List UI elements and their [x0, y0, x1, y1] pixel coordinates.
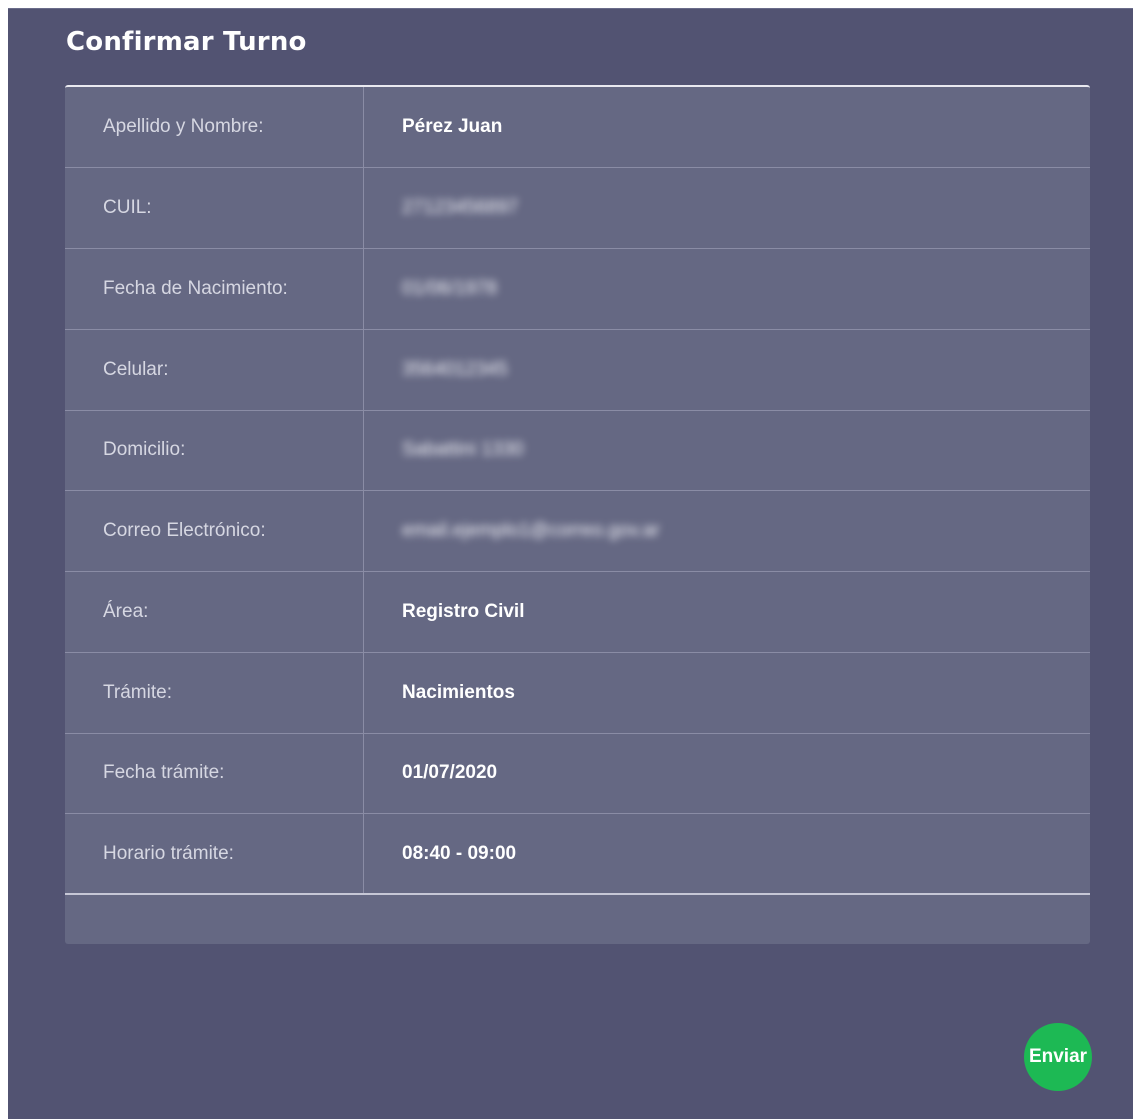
- field-value: Nacimientos: [402, 682, 515, 703]
- field-label: Trámite:: [103, 682, 172, 703]
- summary-table: Apellido y Nombre: Pérez Juan CUIL: 2712…: [65, 85, 1090, 944]
- row-cuil: CUIL: 27123456897: [65, 168, 1090, 249]
- field-value: Registro Civil: [402, 601, 525, 622]
- field-value-blurred: 27123456897: [402, 197, 519, 218]
- page-title: Confirmar Turno: [66, 27, 307, 57]
- field-value-blurred: 3564012345: [402, 359, 508, 380]
- row-fecha-nacimiento: Fecha de Nacimiento: 01/06/1978: [65, 249, 1090, 330]
- field-label: Apellido y Nombre:: [103, 116, 264, 137]
- row-area: Área: Registro Civil: [65, 572, 1090, 653]
- field-value-blurred: Sabattini 1330: [402, 439, 524, 460]
- field-label: Celular:: [103, 359, 169, 380]
- field-value: Pérez Juan: [402, 116, 503, 137]
- field-label: CUIL:: [103, 197, 152, 218]
- row-apellido-nombre: Apellido y Nombre: Pérez Juan: [65, 87, 1090, 168]
- field-value-blurred: 01/06/1978: [402, 278, 498, 299]
- field-label: Horario trámite:: [103, 843, 234, 864]
- field-label: Área:: [103, 601, 149, 622]
- row-celular: Celular: 3564012345: [65, 330, 1090, 411]
- row-horario-tramite: Horario trámite: 08:40 - 09:00: [65, 814, 1090, 895]
- field-label: Fecha trámite:: [103, 762, 225, 783]
- send-button[interactable]: Enviar: [1024, 1023, 1092, 1091]
- field-label: Domicilio:: [103, 439, 186, 460]
- field-value-blurred: email.ejemplo1@correo.gov.ar: [402, 520, 660, 541]
- row-fecha-tramite: Fecha trámite: 01/07/2020: [65, 733, 1090, 814]
- field-label: Correo Electrónico:: [103, 520, 266, 541]
- confirm-turn-panel: Confirmar Turno Apellido y Nombre: Pérez…: [8, 8, 1133, 1119]
- row-tramite: Trámite: Nacimientos: [65, 653, 1090, 734]
- table-bottom-rule: [65, 893, 1090, 895]
- field-value: 08:40 - 09:00: [402, 843, 517, 864]
- row-correo: Correo Electrónico: email.ejemplo1@corre…: [65, 491, 1090, 572]
- field-label: Fecha de Nacimiento:: [103, 278, 288, 299]
- field-value: 01/07/2020: [402, 762, 498, 783]
- row-domicilio: Domicilio: Sabattini 1330: [65, 410, 1090, 491]
